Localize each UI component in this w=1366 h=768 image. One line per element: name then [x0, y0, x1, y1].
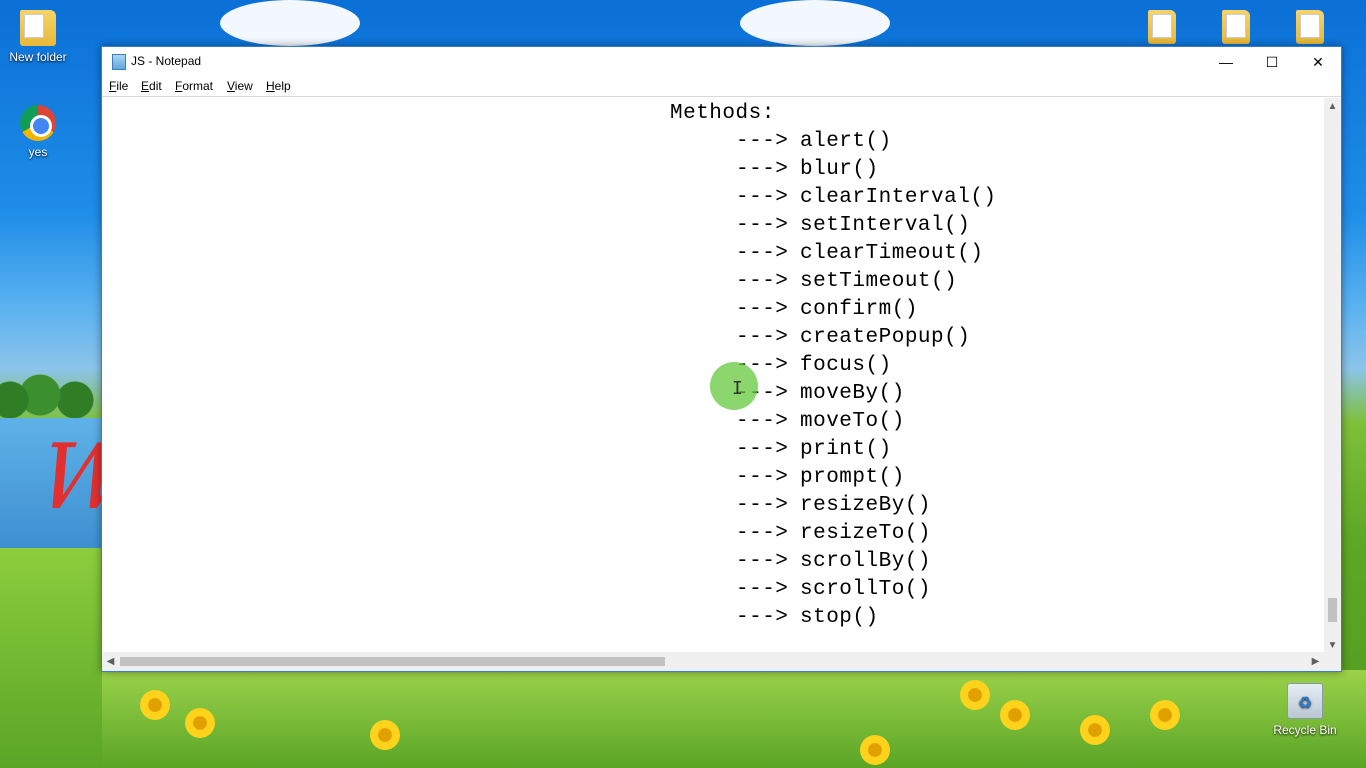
scroll-left-icon[interactable]: ◀: [102, 652, 119, 671]
method-arrow: --->: [736, 270, 789, 293]
folder-icon: [1148, 10, 1176, 44]
method-arrow: --->: [736, 522, 789, 545]
method-name: focus(): [800, 354, 892, 377]
menu-bar: File Edit Format View Help: [102, 77, 1341, 97]
menu-help[interactable]: Help: [266, 79, 291, 93]
menu-help-mnemonic: H: [266, 79, 275, 93]
menu-view-mnemonic: V: [227, 79, 235, 93]
vertical-scrollbar[interactable]: ▲ ▼: [1324, 98, 1341, 654]
desktop-icon-recycle-bin[interactable]: ♻ Recycle Bin: [1265, 683, 1345, 737]
recycle-bin-icon: ♻: [1287, 683, 1323, 719]
menu-help-label: elp: [274, 79, 291, 93]
folder-icon: [1222, 10, 1250, 44]
method-arrow: --->: [736, 578, 789, 601]
folder-icon: [20, 10, 56, 46]
method-name: scrollBy(): [800, 550, 932, 573]
scroll-right-icon[interactable]: ▶: [1307, 652, 1324, 671]
method-name: stop(): [800, 606, 879, 629]
method-arrow: --->: [736, 438, 789, 461]
method-arrow: --->: [736, 494, 789, 517]
horizontal-scrollbar[interactable]: ◀ ▶: [102, 652, 1324, 671]
minimize-button[interactable]: —: [1203, 47, 1249, 77]
methods-heading: Methods:: [670, 102, 775, 125]
method-name: resizeTo(): [800, 522, 932, 545]
method-name: alert(): [800, 130, 892, 153]
method-arrow: --->: [736, 466, 789, 489]
notepad-icon: [112, 54, 126, 70]
flower: [860, 735, 890, 765]
method-name: clearTimeout(): [800, 242, 984, 265]
flower: [185, 708, 215, 738]
method-arrow: --->: [736, 214, 789, 237]
menu-edit-label: dit: [149, 79, 162, 93]
flower: [140, 690, 170, 720]
close-button[interactable]: ✕: [1295, 47, 1341, 77]
text-cursor-icon: I: [732, 378, 743, 399]
desktop-icon-label: New folder: [9, 50, 67, 64]
method-name: setInterval(): [800, 214, 971, 237]
desktop-file-icon[interactable]: [1296, 10, 1324, 44]
scroll-up-icon[interactable]: ▲: [1324, 98, 1341, 115]
flower: [370, 720, 400, 750]
method-arrow: --->: [736, 550, 789, 573]
desktop-icon-label: yes: [28, 145, 48, 159]
method-name: blur(): [800, 158, 879, 181]
trees: [0, 340, 102, 420]
cloud: [220, 0, 360, 46]
method-name: createPopup(): [800, 326, 971, 349]
notepad-window[interactable]: JS - Notepad — ☐ ✕ File Edit Format View…: [101, 46, 1342, 672]
chrome-icon: [20, 105, 56, 141]
menu-view-label: iew: [234, 79, 253, 93]
method-name: resizeBy(): [800, 494, 932, 517]
flower: [960, 680, 990, 710]
method-name: moveBy(): [800, 382, 905, 405]
menu-file[interactable]: File: [109, 79, 128, 93]
desktop-icon-yes[interactable]: yes: [0, 105, 78, 159]
menu-view[interactable]: View: [227, 79, 253, 93]
flower: [1000, 700, 1030, 730]
vertical-scroll-thumb[interactable]: [1328, 598, 1337, 622]
menu-edit[interactable]: Edit: [141, 79, 162, 93]
menu-format[interactable]: Format: [175, 79, 213, 93]
title-bar[interactable]: JS - Notepad — ☐ ✕: [102, 47, 1341, 77]
flower: [1150, 700, 1180, 730]
horizontal-scroll-thumb[interactable]: [120, 657, 665, 666]
folder-icon: [1296, 10, 1324, 44]
method-arrow: --->: [736, 158, 789, 181]
method-name: clearInterval(): [800, 186, 997, 209]
menu-file-label: ile: [116, 79, 129, 93]
method-arrow: --->: [736, 242, 789, 265]
desktop-icon-new-folder[interactable]: New folder: [0, 10, 78, 64]
method-arrow: --->: [736, 606, 789, 629]
method-name: setTimeout(): [800, 270, 958, 293]
desktop-file-icon[interactable]: [1148, 10, 1176, 44]
method-name: confirm(): [800, 298, 918, 321]
method-arrow: --->: [736, 298, 789, 321]
maximize-button[interactable]: ☐: [1249, 47, 1295, 77]
cloud: [740, 0, 890, 46]
method-arrow: --->: [736, 410, 789, 433]
method-arrow: --->: [736, 130, 789, 153]
method-name: print(): [800, 438, 892, 461]
resize-grip[interactable]: [1323, 652, 1341, 671]
method-name: moveTo(): [800, 410, 905, 433]
flower: [1080, 715, 1110, 745]
desktop-file-icon[interactable]: [1222, 10, 1250, 44]
menu-edit-mnemonic: E: [141, 79, 150, 93]
method-arrow: --->: [736, 326, 789, 349]
method-arrow: --->: [736, 186, 789, 209]
window-title: JS - Notepad: [131, 54, 202, 68]
menu-format-label: ormat: [182, 79, 214, 93]
grass-left: [0, 548, 102, 768]
method-name: prompt(): [800, 466, 905, 489]
method-name: scrollTo(): [800, 578, 932, 601]
desktop-icon-label: Recycle Bin: [1273, 723, 1337, 737]
